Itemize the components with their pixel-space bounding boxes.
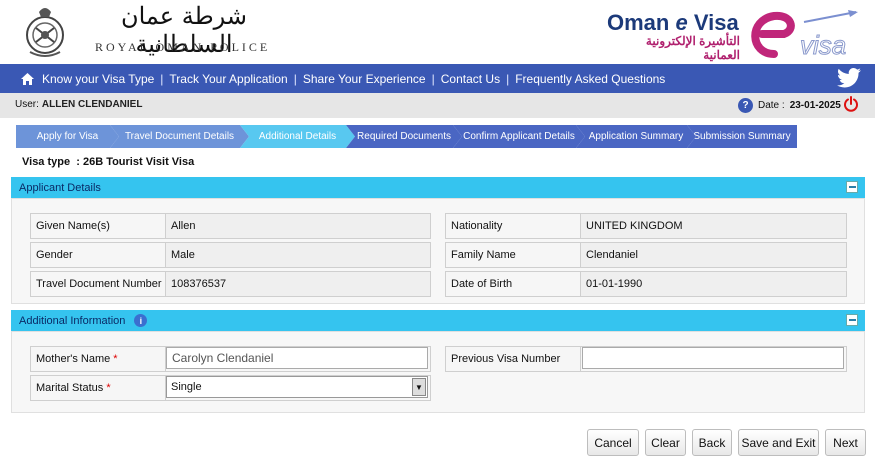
- power-logout-icon[interactable]: [843, 96, 859, 112]
- step-submission-summary[interactable]: Submission Summary: [687, 125, 797, 148]
- visa-type: Visa type : 26B Tourist Visit Visa: [22, 156, 194, 168]
- site-header: شرطة عمان السلطانية ROYAL OMAN POLICE Om…: [0, 0, 875, 64]
- marital-status-label: Marital Status *: [30, 375, 166, 401]
- travel-document-number-label: Travel Document Number: [30, 271, 166, 297]
- applicant-details-title: Applicant Details: [19, 181, 101, 194]
- marital-status-select[interactable]: Single ▼: [166, 376, 428, 398]
- info-icon[interactable]: i: [134, 314, 148, 327]
- applicant-details-body: Given Name(s) Allen Nationality UNITED K…: [11, 198, 865, 304]
- home-link[interactable]: [12, 64, 42, 93]
- main-nav: Know your Visa Type | Track Your Applica…: [0, 64, 875, 93]
- gender-value: Male: [166, 242, 431, 268]
- mothers-name-label: Mother's Name *: [30, 346, 166, 372]
- next-button[interactable]: Next: [825, 429, 866, 456]
- royal-oman-police-emblem-icon: [26, 8, 64, 57]
- user-bar: User: ALLEN CLENDANIEL ? Date : 23-01-202…: [0, 93, 875, 118]
- user-info: User: ALLEN CLENDANIEL: [15, 99, 142, 110]
- previous-visa-number-input[interactable]: [582, 347, 844, 369]
- marital-status-value: Single: [171, 381, 202, 393]
- user-label: User:: [15, 99, 39, 110]
- nationality-label: Nationality: [445, 213, 581, 239]
- additional-information-title: Additional Information: [19, 314, 126, 327]
- date-display: ? Date : 23-01-2025: [738, 98, 841, 113]
- nav-separator: |: [293, 71, 297, 86]
- step-application-summary[interactable]: Application Summary: [576, 125, 696, 148]
- back-button[interactable]: Back: [692, 429, 732, 456]
- visa-type-value: : 26B Tourist Visit Visa: [76, 156, 195, 168]
- nav-faq[interactable]: Frequently Asked Questions: [515, 72, 665, 86]
- royal-oman-police-text: ROYAL OMAN POLICE: [95, 40, 271, 54]
- help-icon[interactable]: ?: [738, 98, 753, 113]
- date-of-birth-value: 01-01-1990: [581, 271, 847, 297]
- nav-know-visa-type[interactable]: Know your Visa Type: [42, 72, 154, 86]
- date-of-birth-label: Date of Birth: [445, 271, 581, 297]
- chevron-down-icon[interactable]: ▼: [412, 378, 426, 396]
- nav-separator: |: [160, 71, 164, 86]
- applicant-details-header[interactable]: Applicant Details: [11, 177, 865, 198]
- gender-label: Gender: [30, 242, 166, 268]
- evisa-logo-text: visa: [800, 30, 846, 60]
- visa-type-label: Visa type: [22, 156, 71, 168]
- date-value: 23-01-2025: [789, 100, 841, 111]
- nav-separator: |: [506, 71, 510, 86]
- given-name-value: Allen: [166, 213, 431, 239]
- mothers-name-input[interactable]: Carolyn Clendaniel: [166, 347, 428, 369]
- family-name-value: Clendaniel: [581, 242, 847, 268]
- home-icon: [20, 72, 34, 85]
- nav-share-experience[interactable]: Share Your Experience: [303, 72, 426, 86]
- given-name-label: Given Name(s): [30, 213, 166, 239]
- twitter-icon[interactable]: [837, 67, 861, 89]
- previous-visa-number-label: Previous Visa Number: [445, 346, 581, 372]
- step-confirm-applicant-details[interactable]: Confirm Applicant Details: [453, 125, 585, 148]
- nationality-value: UNITED KINGDOM: [581, 213, 847, 239]
- oman-evisa-title: Oman e Visa: [607, 10, 739, 35]
- nav-separator: |: [431, 71, 435, 86]
- step-travel-document-details[interactable]: Travel Document Details: [110, 125, 249, 148]
- travel-document-number-value: 108376537: [166, 271, 431, 297]
- additional-information-header[interactable]: Additional Information i: [11, 310, 865, 331]
- cancel-button[interactable]: Cancel: [587, 429, 639, 456]
- family-name-label: Family Name: [445, 242, 581, 268]
- evisa-arabic-subtitle: التأشيرة الإلكترونية العمانية: [645, 34, 740, 62]
- user-name: ALLEN CLENDANIEL: [41, 99, 143, 110]
- clear-button[interactable]: Clear: [645, 429, 686, 456]
- step-required-documents[interactable]: Required Documents: [346, 125, 462, 148]
- nav-contact-us[interactable]: Contact Us: [441, 72, 500, 86]
- step-apply-for-visa[interactable]: Apply for Visa: [16, 125, 119, 148]
- collapse-applicant-icon[interactable]: [846, 181, 858, 193]
- collapse-additional-icon[interactable]: [846, 314, 858, 326]
- save-and-exit-button[interactable]: Save and Exit: [738, 429, 819, 456]
- nav-track-application[interactable]: Track Your Application: [169, 72, 287, 86]
- date-label: Date :: [758, 100, 785, 111]
- step-additional-details[interactable]: Additional Details: [240, 125, 355, 148]
- additional-information-body: Mother's Name * Carolyn Clendaniel Previ…: [11, 331, 865, 413]
- evisa-logo-icon: visa: [751, 10, 858, 61]
